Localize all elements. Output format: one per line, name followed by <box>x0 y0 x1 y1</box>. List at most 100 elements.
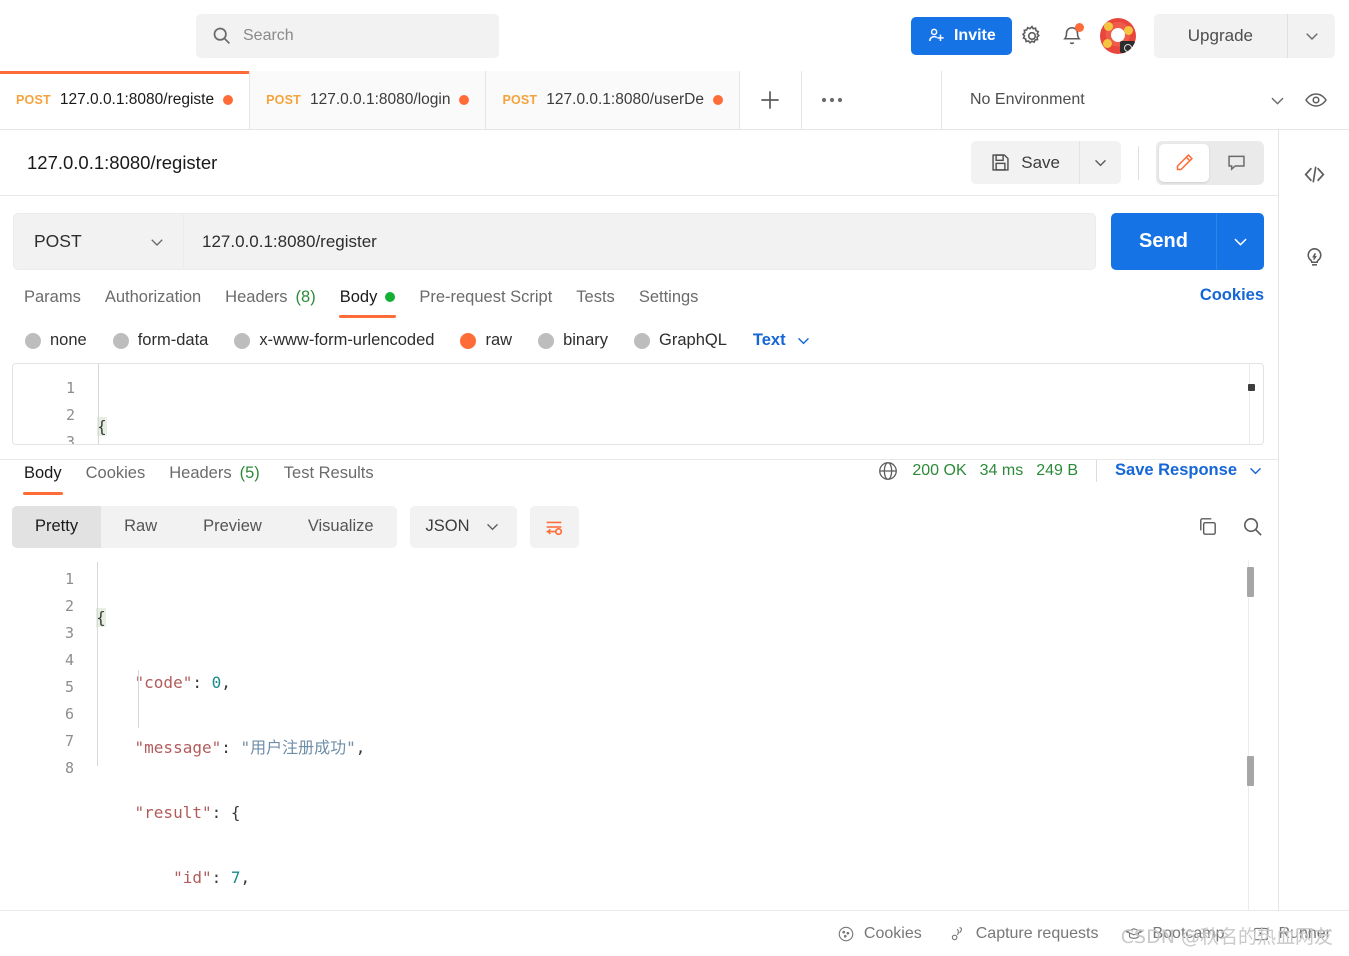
environment-zone: No Environment <box>941 71 1349 129</box>
request-body-editor[interactable]: 1 2 3 4 { ····"user_name":"user1", ····"… <box>12 363 1264 445</box>
request-body-code[interactable]: { ····"user_name":"user1", ····"password… <box>97 364 1263 444</box>
notification-badge <box>1075 23 1084 32</box>
response-status: 200 OK <box>912 462 966 480</box>
response-tab-test-results[interactable]: Test Results <box>272 465 386 495</box>
save-dropdown-button[interactable] <box>1079 141 1121 184</box>
edit-mode-button[interactable] <box>1159 144 1209 182</box>
body-type-graphql[interactable]: GraphQL <box>621 331 740 350</box>
wrap-lines-button[interactable] <box>530 506 579 548</box>
request-title-row: 127.0.0.1:8080/register Save <box>0 130 1278 196</box>
send-dropdown-button[interactable] <box>1216 213 1264 270</box>
environment-selector[interactable]: No Environment <box>970 91 1287 110</box>
footer-runner-button[interactable]: Runner <box>1252 925 1331 943</box>
response-tab-body-label: Body <box>24 465 62 482</box>
body-format-select[interactable]: Text <box>740 331 812 350</box>
footer-capture-requests-label: Capture requests <box>976 925 1099 943</box>
tab-settings[interactable]: Settings <box>627 289 711 319</box>
response-scroll-marker-bottom[interactable] <box>1247 756 1254 786</box>
new-tab-button[interactable] <box>740 71 802 129</box>
chevron-down-icon <box>1268 91 1287 110</box>
request-editor-scrollbar-track[interactable] <box>1249 364 1250 444</box>
body-type-form-data[interactable]: form-data <box>100 331 222 350</box>
view-pretty[interactable]: Pretty <box>12 506 101 548</box>
response-body-code[interactable]: { "code": 0, "message": "用户注册成功", "resul… <box>96 560 1264 910</box>
comment-mode-button[interactable] <box>1211 144 1261 182</box>
response-tab-body[interactable]: Body <box>12 465 74 495</box>
http-method-select[interactable]: POST <box>13 213 184 270</box>
copy-button[interactable] <box>1196 515 1219 538</box>
radio-icon <box>234 333 250 349</box>
tab-pre-request-script[interactable]: Pre-request Script <box>407 289 564 319</box>
response-tab-cookies[interactable]: Cookies <box>74 465 158 495</box>
response-scroll-marker-top[interactable] <box>1247 567 1254 597</box>
status-bar: Cookies Capture requests Bootcamp <box>0 910 1349 956</box>
body-type-form-data-label: form-data <box>138 331 209 350</box>
response-format-select[interactable]: JSON <box>410 506 517 548</box>
meta-divider <box>1096 460 1097 482</box>
save-response-button[interactable]: Save Response <box>1115 461 1264 480</box>
code-snippet-button[interactable] <box>1292 152 1336 196</box>
cookies-link[interactable]: Cookies <box>1200 286 1264 318</box>
tab-authorization[interactable]: Authorization <box>93 289 213 319</box>
footer-cookies-button[interactable]: Cookies <box>837 925 922 943</box>
postbot-button[interactable] <box>1292 234 1336 278</box>
chevron-down-icon <box>484 518 501 535</box>
notifications-button[interactable] <box>1052 16 1092 56</box>
footer-capture-requests-button[interactable]: Capture requests <box>949 925 1099 943</box>
upgrade-button[interactable]: Upgrade <box>1154 14 1287 58</box>
response-tab-headers-count: (5) <box>240 465 260 482</box>
search-icon <box>211 25 232 46</box>
response-tab-headers[interactable]: Headers (5) <box>157 465 272 495</box>
request-tab-2[interactable]: POST 127.0.0.1:8080/userDe <box>486 71 740 129</box>
body-type-raw[interactable]: raw <box>447 331 525 350</box>
search-placeholder-text: Search <box>243 27 294 45</box>
tab-name-2: 127.0.0.1:8080/userDe <box>546 91 704 109</box>
resp-line-5: "id": 7, <box>96 864 1264 891</box>
footer-bootcamp-button[interactable]: Bootcamp <box>1125 925 1224 943</box>
body-type-urlencoded[interactable]: x-www-form-urlencoded <box>221 331 447 350</box>
upgrade-dropdown-button[interactable] <box>1287 14 1335 58</box>
avatar[interactable] <box>1100 18 1136 54</box>
tab-body[interactable]: Body <box>328 289 408 319</box>
view-preview[interactable]: Preview <box>180 506 285 548</box>
line-number: 1 <box>13 375 97 402</box>
request-tab-1[interactable]: POST 127.0.0.1:8080/login <box>250 71 486 129</box>
tab-headers[interactable]: Headers (8) <box>213 289 328 319</box>
response-body-editor[interactable]: 1 2 3 4 5 6 7 8 { "code": 0, "message": … <box>12 560 1264 910</box>
response-editor-scrollbar-track[interactable] <box>1248 560 1249 910</box>
request-editor-scrollbar-thumb[interactable] <box>1248 384 1255 391</box>
url-row: POST 127.0.0.1:8080/register Send <box>0 196 1278 286</box>
tab-params[interactable]: Params <box>12 289 93 319</box>
tab-unsaved-dot-2 <box>713 95 723 105</box>
editor-mode-group <box>1156 141 1264 185</box>
view-visualize[interactable]: Visualize <box>285 506 397 548</box>
copy-icon <box>1196 515 1219 538</box>
view-raw[interactable]: Raw <box>101 506 180 548</box>
tab-headers-label: Headers <box>225 289 287 306</box>
resp-line-2: "code": 0, <box>96 669 1264 696</box>
search-input[interactable]: Search <box>196 14 499 58</box>
body-type-radio-group: none form-data x-www-form-urlencoded raw… <box>0 318 1278 363</box>
tab-settings-label: Settings <box>639 289 699 306</box>
line-number: 2 <box>12 593 96 620</box>
invite-button[interactable]: Invite <box>911 17 1012 55</box>
body-type-binary-label: binary <box>563 331 608 350</box>
search-response-button[interactable] <box>1241 515 1264 538</box>
request-tab-0[interactable]: POST 127.0.0.1:8080/registe <box>0 71 250 129</box>
save-button[interactable]: Save <box>971 141 1079 184</box>
body-type-none[interactable]: none <box>12 331 100 350</box>
url-input[interactable]: 127.0.0.1:8080/register <box>184 213 1096 270</box>
tab-options-button[interactable] <box>802 71 862 129</box>
send-button[interactable]: Send <box>1111 213 1216 270</box>
send-group: Send <box>1111 213 1264 270</box>
line-number: 7 <box>12 728 96 755</box>
environment-quick-look-button[interactable] <box>1297 88 1335 112</box>
body-type-binary[interactable]: binary <box>525 331 621 350</box>
toolbar-divider <box>1138 146 1139 180</box>
settings-button[interactable] <box>1012 16 1052 56</box>
body-type-urlencoded-label: x-www-form-urlencoded <box>259 331 434 350</box>
tab-tests[interactable]: Tests <box>564 289 627 319</box>
chevron-down-icon <box>1303 27 1321 45</box>
body-type-none-label: none <box>50 331 87 350</box>
tab-unsaved-dot-0 <box>223 95 233 105</box>
